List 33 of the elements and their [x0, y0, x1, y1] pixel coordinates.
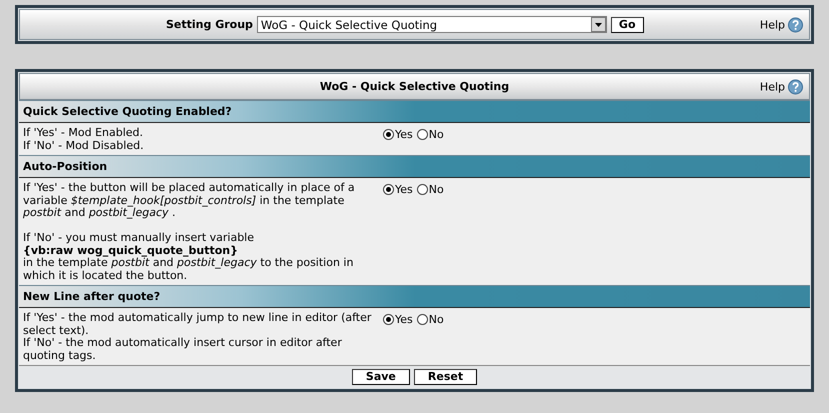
- radio-button[interactable]: [416, 314, 428, 324]
- section-header: Quick Selective Quoting Enabled?: [19, 100, 810, 123]
- radio-button[interactable]: [383, 184, 394, 194]
- radio-option[interactable]: No: [416, 182, 444, 196]
- radio-option[interactable]: Yes: [383, 182, 413, 196]
- help-link[interactable]: Help: [760, 80, 785, 93]
- setting-group-label: Setting Group: [166, 18, 253, 31]
- description-text: If 'No' - you must manually insert variable: [23, 232, 256, 244]
- setting-group-select[interactable]: WoG - Quick Selective Quoting: [256, 16, 607, 33]
- radio-option[interactable]: Yes: [383, 312, 413, 326]
- help-link[interactable]: Help: [760, 18, 785, 31]
- radio-button[interactable]: [416, 128, 428, 140]
- radio-option[interactable]: Yes: [383, 127, 413, 141]
- description-text: in the template postbit and postbit_legacy to the position in which it is located the button.: [23, 257, 354, 282]
- help-icon[interactable]: [788, 17, 803, 32]
- radio-button[interactable]: [383, 314, 394, 324]
- description-text: If 'Yes' - the button will be placed automatically in place of a variable $template_hook[postbit_controls] in the template postbit and postbit_legacy .: [23, 182, 356, 220]
- radio-button[interactable]: [416, 184, 428, 194]
- section-header: Auto-Position: [19, 155, 810, 178]
- section-header: New Line after quote?: [19, 285, 810, 308]
- description-text: If 'Yes' - the mod automatically jump to new line in editor (after select text).: [23, 312, 372, 337]
- form-button[interactable]: Save: [352, 369, 410, 385]
- description-text: If 'No' - Mod Disabled.: [23, 140, 145, 152]
- go-button[interactable]: Go: [610, 16, 644, 32]
- form-button[interactable]: Reset: [414, 369, 478, 385]
- radio-option[interactable]: No: [416, 312, 444, 326]
- panel-title: WoG - Quick Selective Quoting: [320, 80, 510, 93]
- radio-option[interactable]: No: [416, 127, 444, 141]
- description-text: {vb:raw wog_quick_quote_button}: [23, 244, 238, 257]
- radio-button[interactable]: [383, 128, 394, 140]
- description-text: If 'No' - the mod automatically insert cursor in editor after quoting tags.: [23, 337, 343, 362]
- description-text: If 'Yes' - Mod Enabled.: [23, 127, 144, 140]
- help-icon[interactable]: [788, 79, 803, 94]
